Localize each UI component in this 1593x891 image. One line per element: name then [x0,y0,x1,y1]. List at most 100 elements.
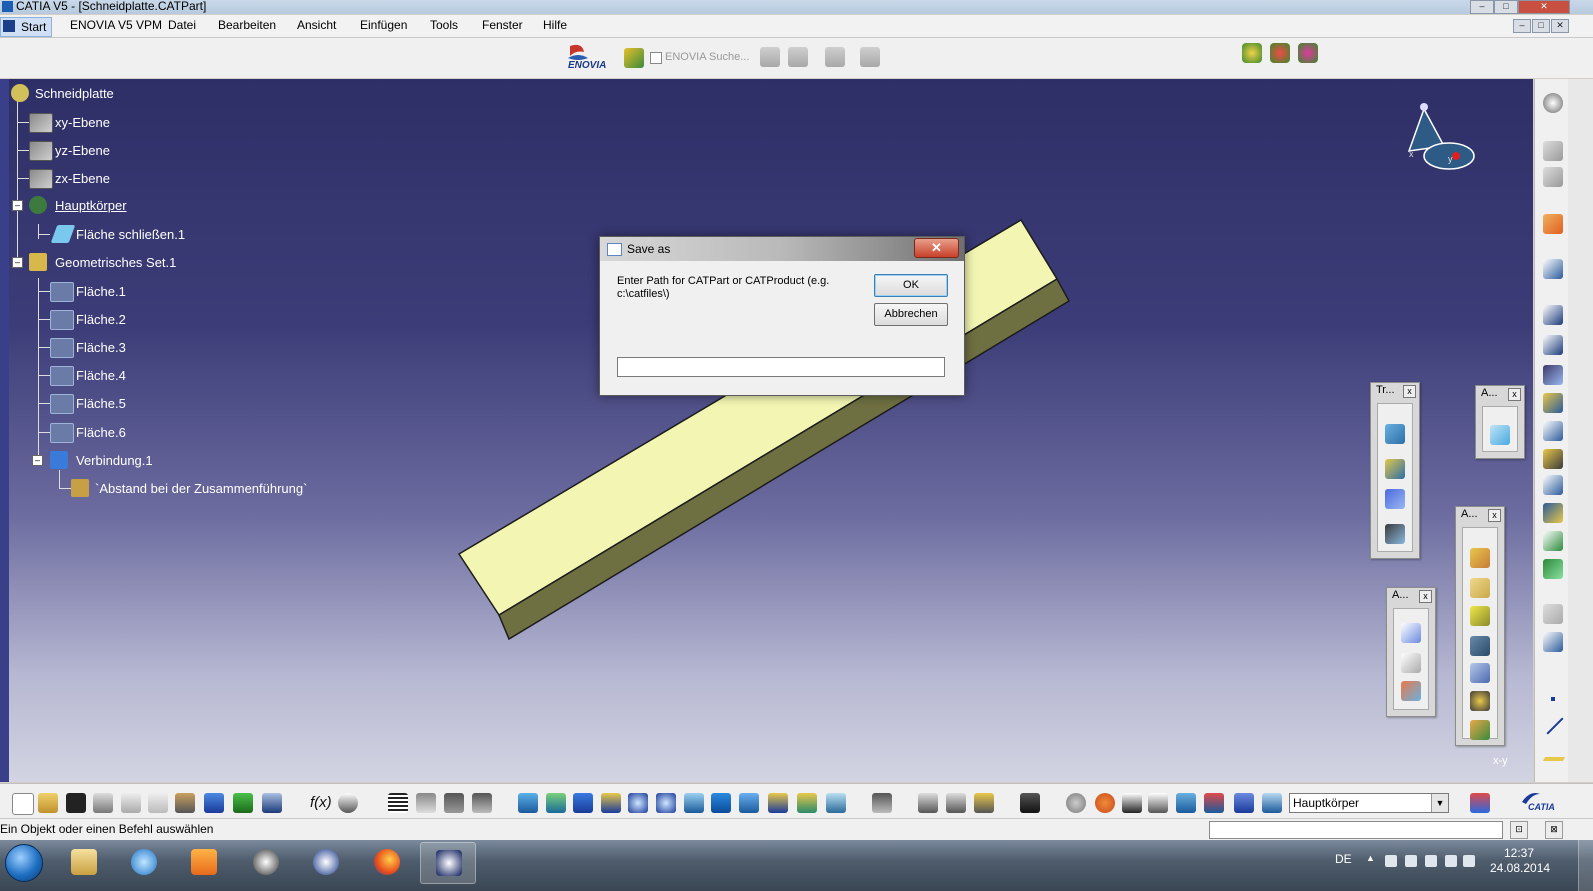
windows-start-button[interactable] [5,844,43,882]
pattern-icon[interactable] [1385,489,1405,509]
measure-icon[interactable] [1401,681,1421,701]
enovia-tree-icon[interactable] [760,47,780,67]
macro-icon[interactable] [416,793,436,813]
capture-camera-icon[interactable] [1020,793,1040,813]
maximize-button[interactable]: □ [1494,0,1518,14]
point-icon[interactable] [1551,697,1555,701]
gear-icon[interactable] [1543,93,1563,113]
ratio-icon[interactable] [1148,793,1168,813]
constraint-icon[interactable] [1204,793,1224,813]
palette-a1[interactable]: A... x [1475,385,1525,459]
close-surface-tool-icon[interactable] [1490,425,1510,445]
fillet-icon[interactable] [1543,393,1563,413]
tray-icon-2[interactable] [1405,855,1417,867]
plane-create-icon[interactable] [1542,757,1566,761]
palette-header[interactable]: A... x [1476,386,1524,402]
enovia-refresh-icon[interactable] [860,47,880,67]
palette-header[interactable]: Tr... x [1371,383,1419,399]
zoom-in-icon[interactable] [628,793,648,813]
undo-icon[interactable] [204,793,224,813]
taskbar-explorer[interactable] [56,842,110,882]
tray-display-icon[interactable] [1445,855,1457,867]
shell-icon[interactable] [1543,475,1563,495]
show-desktop-button[interactable] [1578,840,1593,891]
palette-close-button[interactable]: x [1403,385,1416,398]
list-icon[interactable] [1234,793,1254,813]
lock-icon[interactable] [444,793,464,813]
plane-tool-icon[interactable] [1543,604,1563,624]
right-toolbar-scroll[interactable] [1568,79,1593,782]
print-icon[interactable] [93,793,113,813]
thickness-icon[interactable] [1543,503,1563,523]
enovia-sync-icon[interactable] [825,47,845,67]
enovia-search-checkbox[interactable] [650,52,662,64]
tray-network-icon[interactable] [1425,855,1437,867]
flag-note-icon[interactable] [1401,653,1421,673]
close-window-button[interactable]: ✕ [1518,0,1570,14]
menu-fenster[interactable]: Fenster [482,18,523,32]
menu-enovia[interactable]: ENOVIA V5 VPM [70,18,162,32]
insert-body-icon[interactable] [1543,335,1563,355]
solid-combine-icon[interactable] [1470,720,1490,740]
multi-view-icon[interactable] [711,793,731,813]
cancel-button[interactable]: Abbrechen [874,303,948,326]
ok-button[interactable]: OK [874,274,948,297]
copy-icon[interactable] [148,793,168,813]
enovia-save-icon[interactable] [788,47,808,67]
enovia-connect-icon[interactable] [624,48,644,68]
path-input[interactable] [617,357,945,377]
palette-header[interactable]: A... x [1456,507,1504,523]
status-button-2[interactable]: ⊠ [1545,821,1563,839]
sketcher-icon[interactable] [1543,259,1563,279]
help-icon[interactable] [262,793,282,813]
normal-view-icon[interactable] [684,793,704,813]
workbench-icon-1[interactable] [1242,43,1262,63]
measure-inertia-icon[interactable] [946,793,966,813]
new-file-icon[interactable] [12,793,34,815]
work-object-select[interactable]: Hauptkörper ▼ [1289,793,1449,813]
collapse-icon[interactable]: – [12,257,23,268]
scaling-icon[interactable] [1385,524,1405,544]
draft-icon[interactable] [1543,449,1563,469]
compass[interactable]: x y [1404,101,1494,181]
hand-icon[interactable] [1095,793,1115,813]
taskbar-clock-app[interactable] [238,842,292,882]
menu-bearbeiten[interactable]: Bearbeiten [218,18,276,32]
zoom-out-icon[interactable] [656,793,676,813]
doc-minimize-button[interactable]: – [1513,19,1531,33]
power-input-field[interactable] [1209,821,1503,839]
workbench-icon-3[interactable] [1298,43,1318,63]
taskbar-ie[interactable] [116,842,170,882]
menu-einfuegen[interactable]: Einfügen [360,18,407,32]
menu-hilfe[interactable]: Hilfe [543,18,567,32]
language-indicator[interactable]: DE [1335,852,1352,866]
measure-between-icon[interactable] [872,793,892,813]
menu-ansicht[interactable]: Ansicht [297,18,336,32]
workbench-icon-2[interactable] [1270,43,1290,63]
symmetry-icon[interactable] [1385,459,1405,479]
doc-close-button[interactable]: ✕ [1551,19,1569,33]
iso-view-icon[interactable] [739,793,759,813]
menu-datei[interactable]: Datei [168,18,196,32]
cut-icon[interactable] [121,793,141,813]
define-in-work-icon[interactable] [1262,793,1282,813]
translate-icon[interactable] [1385,424,1405,444]
tray-icon-1[interactable] [1385,855,1397,867]
hole-icon[interactable] [1470,663,1490,683]
surface-based-icon[interactable] [1543,559,1563,579]
select-arrow-icon[interactable] [1543,214,1563,234]
minimize-button[interactable]: – [1470,0,1494,14]
palette-close-button[interactable]: x [1488,509,1501,522]
taskbar-catia[interactable] [420,842,476,884]
palette-transform[interactable]: Tr... x [1370,382,1420,559]
save-icon[interactable] [66,793,86,813]
shading-icon[interactable] [768,793,788,813]
volume-icon[interactable] [1463,855,1475,867]
rotate-icon[interactable] [601,793,621,813]
redo-icon[interactable] [233,793,253,813]
fly-mode-icon[interactable] [518,793,538,813]
menu-start[interactable]: Start [0,17,52,37]
dialog-title-bar[interactable]: Save as ✕ [600,237,964,261]
layer-filter-icon[interactable] [1176,793,1196,813]
chamfer-icon[interactable] [1543,421,1563,441]
